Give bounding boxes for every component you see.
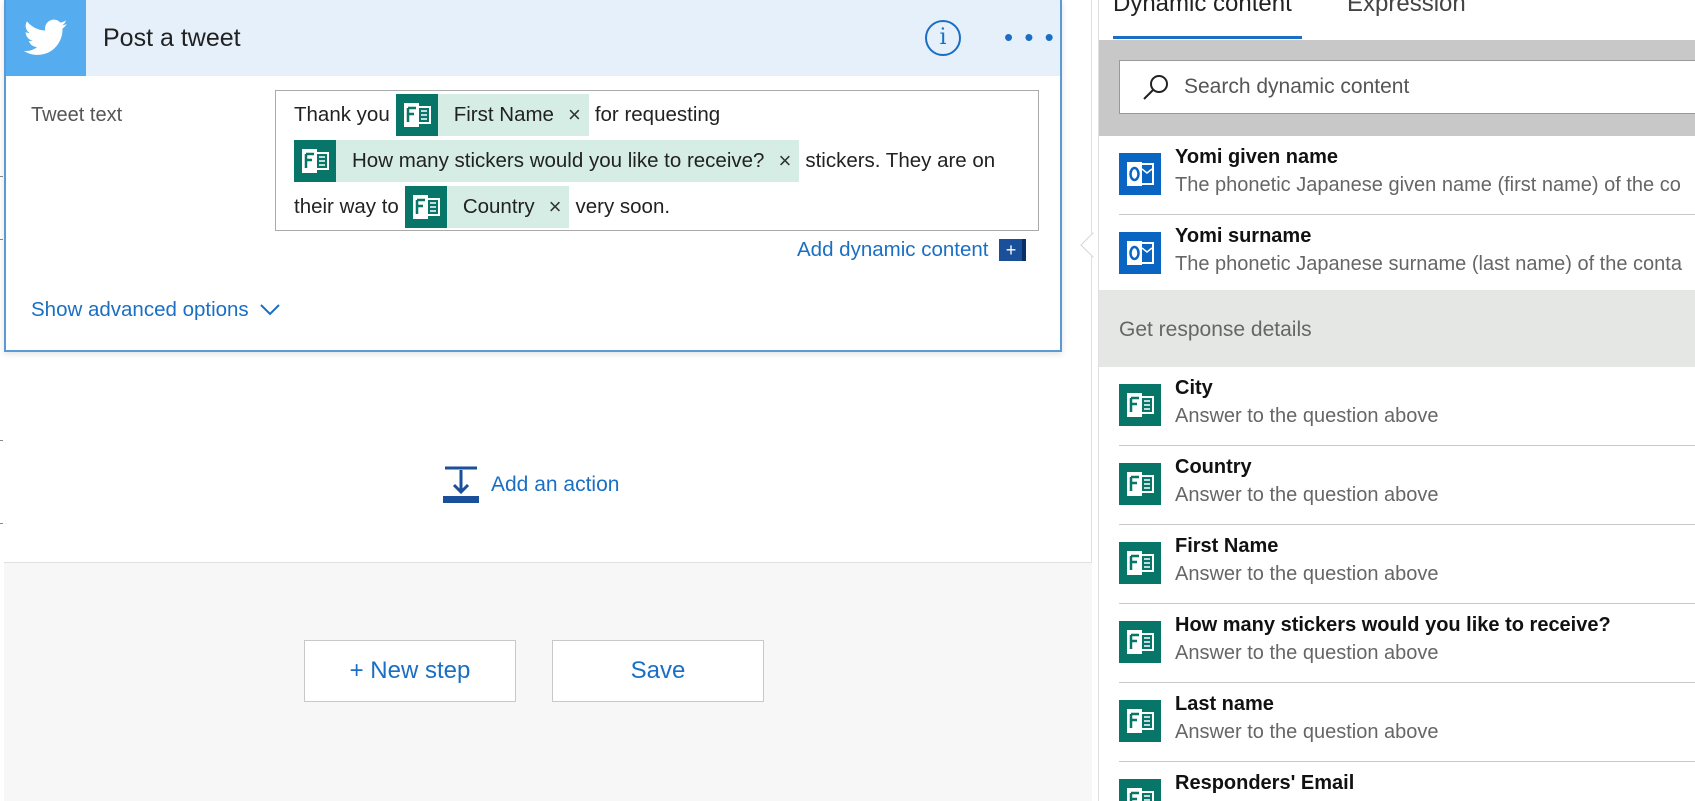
list-item[interactable]: First Name Answer to the question above [1119,525,1695,604]
forms-icon [294,140,336,182]
forms-icon [404,186,447,228]
twitter-icon [6,0,86,76]
remove-token-icon[interactable]: × [543,194,570,220]
post-tweet-card: Post a tweet i • • • Tweet text Thank yo… [4,0,1062,352]
forms-icon [1119,700,1161,742]
forms-icon [1119,384,1161,426]
tweet-line: How many stickers would you like to rece… [294,137,995,185]
list-item[interactable]: Yomi given name The phonetic Japanese gi… [1119,136,1695,215]
tweet-text-label: Tweet text [31,104,123,126]
active-tab-indicator [1113,36,1302,39]
add-dynamic-content-label: Add dynamic content [797,238,989,261]
token-label: First Name [453,103,554,126]
chevron-down-icon [259,304,280,316]
outlook-icon [1119,153,1161,195]
search-input[interactable] [1184,75,1664,99]
tweet-text-segment: very soon. [575,195,671,218]
token-label: Country [462,195,535,218]
save-button[interactable]: Save [552,640,764,702]
list-item[interactable]: City Answer to the question above [1119,367,1695,446]
add-action-label: Add an action [491,473,620,496]
search-icon [1143,75,1168,100]
token-label: How many stickers would you like to rece… [352,149,765,172]
flow-canvas: Post a tweet i • • • Tweet text Thank yo… [0,0,1092,801]
tweet-line: their way to Country × very soon. [294,183,670,231]
tweet-line: Thank you First Name × for requesting [294,91,720,139]
add-dynamic-content-icon: + [999,239,1027,261]
card-title: Post a tweet [103,24,241,52]
forms-icon [1119,621,1161,663]
forms-icon [395,94,438,136]
forms-icon [1119,779,1161,801]
new-step-button[interactable]: + New step [304,640,516,702]
forms-icon [1119,463,1161,505]
info-icon[interactable]: i [925,20,961,56]
list-item[interactable]: Yomi surname The phonetic Japanese surna… [1119,215,1695,294]
list-item[interactable]: Last name Answer to the question above [1119,683,1695,762]
item-description: Answer to the question above [1175,484,1439,506]
item-title: City [1175,377,1213,399]
add-dynamic-content-link[interactable]: Add dynamic content + [797,238,1027,262]
canvas-edge-tick [0,440,3,441]
canvas-footer: + New step Save [4,562,1092,801]
item-description: Answer to the question above [1175,642,1439,664]
item-title: First Name [1175,535,1279,557]
tweet-text-segment: Thank you [294,103,390,126]
tweet-text-segment: their way to [294,195,399,218]
list-item[interactable]: Responders' Email [1119,762,1695,801]
list-item[interactable]: How many stickers would you like to rece… [1119,604,1695,683]
tab-dynamic-content[interactable]: Dynamic content [1113,0,1292,18]
canvas-edge-tick [0,239,3,240]
forms-icon [1119,542,1161,584]
item-title: Country [1175,456,1252,478]
dynamic-token-first-name[interactable]: First Name × [395,94,589,136]
item-description: Answer to the question above [1175,721,1439,743]
canvas-edge-tick [0,523,3,524]
item-description: The phonetic Japanese given name (first … [1175,174,1681,196]
item-title: How many stickers would you like to rece… [1175,614,1611,636]
dynamic-token-country[interactable]: Country × [404,186,570,228]
item-description: Answer to the question above [1175,405,1439,427]
card-header[interactable]: Post a tweet i • • • [6,0,1060,76]
tweet-text-segment: for requesting [594,103,721,126]
section-label: Get response details [1119,318,1312,341]
tab-expression[interactable]: Expression [1347,0,1466,18]
item-title: Yomi given name [1175,146,1339,168]
item-description: The phonetic Japanese surname (last name… [1175,253,1682,275]
tweet-text-segment: stickers. They are on [805,149,996,172]
canvas-divider [1091,0,1092,562]
item-title: Yomi surname [1175,225,1312,247]
item-description: Answer to the question above [1175,563,1439,585]
section-header[interactable]: Get response details [1099,290,1695,367]
remove-token-icon[interactable]: × [562,102,589,128]
add-action-link[interactable]: Add an action [443,466,619,504]
outlook-icon [1119,232,1161,274]
item-title: Last name [1175,693,1274,715]
show-advanced-options-label: Show advanced options [31,298,249,321]
list-item[interactable]: Country Answer to the question above [1119,446,1695,525]
add-action-icon [443,466,479,503]
show-advanced-options-link[interactable]: Show advanced options [31,298,281,322]
canvas-edge-tick [0,176,3,177]
item-title: Responders' Email [1175,772,1355,794]
search-area [1099,40,1695,136]
more-options-icon[interactable]: • • • [1004,22,1056,53]
dynamic-content-panel: Dynamic content Expression Yomi given na… [1098,0,1695,801]
dynamic-token-stickers[interactable]: How many stickers would you like to rece… [294,140,800,182]
search-box[interactable] [1119,60,1695,114]
tweet-text-input[interactable]: Thank you First Name × for requesting Ho… [275,90,1039,231]
remove-token-icon[interactable]: × [772,148,799,174]
